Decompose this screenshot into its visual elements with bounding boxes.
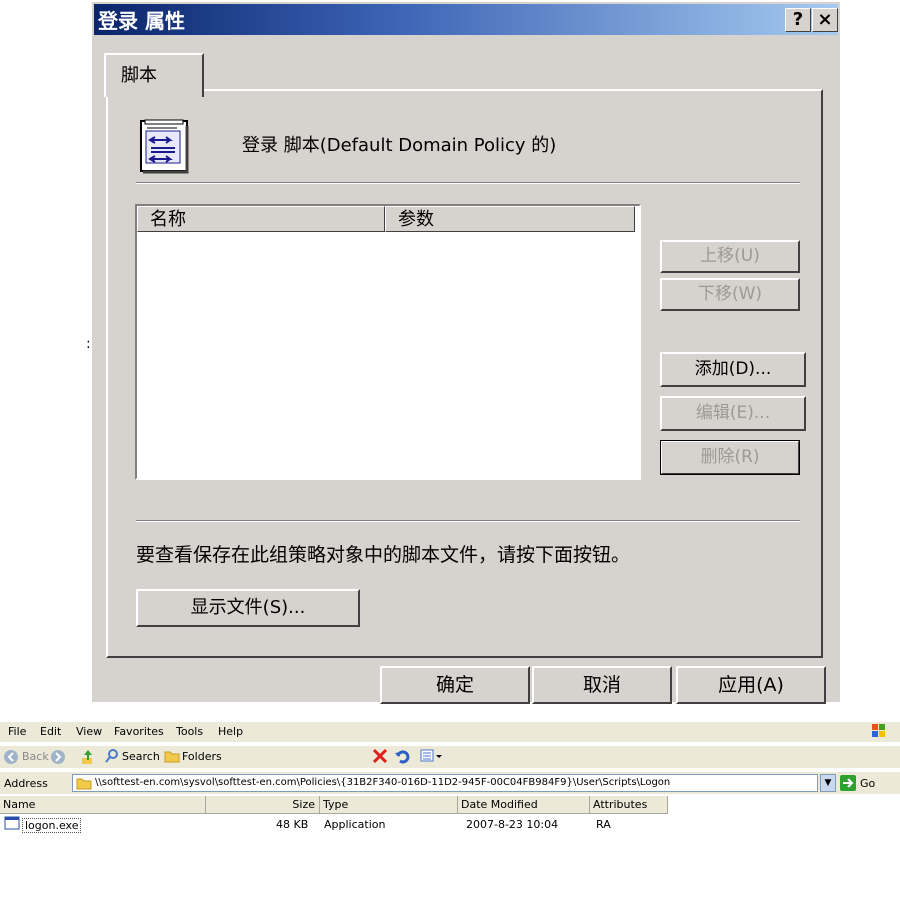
search-icon[interactable] (104, 748, 120, 764)
go-button[interactable]: Go (860, 777, 875, 790)
dialog-title: 登录 属性 (98, 9, 185, 33)
menu-file[interactable]: File (8, 725, 26, 738)
column-header-name[interactable]: 名称 (137, 206, 385, 232)
file-modified: 2007-8-23 10:04 (466, 818, 559, 831)
menu-view[interactable]: View (76, 725, 102, 738)
separator-top (136, 182, 800, 184)
forward-arrow-icon[interactable] (50, 749, 66, 765)
folder-icon (76, 778, 92, 790)
file-name[interactable]: logon.exe (22, 818, 82, 833)
apply-button[interactable]: 应用(A) (676, 666, 826, 704)
ok-button[interactable]: 确定 (380, 666, 530, 704)
edit-button[interactable]: 编辑(E)... (660, 396, 806, 431)
folders-icon[interactable] (164, 749, 180, 763)
scripts-heading: 登录 脚本(Default Domain Policy 的) (242, 135, 557, 156)
file-type: Application (324, 818, 386, 831)
column-header-params[interactable]: 参数 (385, 206, 635, 232)
info-text: 要查看保存在此组策略对象中的脚本文件，请按下面按钮。 (136, 544, 631, 566)
application-file-icon (4, 816, 20, 830)
windows-logo-icon (872, 724, 885, 737)
show-files-button[interactable]: 显示文件(S)... (136, 589, 360, 627)
search-button[interactable]: Search (122, 750, 160, 763)
dialog-titlebar[interactable] (94, 4, 838, 35)
script-file-icon (140, 119, 189, 174)
column-header-attributes[interactable]: Attributes (590, 796, 668, 814)
separator-bottom (136, 520, 800, 522)
go-arrow-icon[interactable] (840, 775, 856, 791)
up-folder-icon[interactable] (80, 748, 96, 766)
address-field[interactable]: \\softtest-en.com\sysvol\softtest-en.com… (72, 774, 818, 792)
menu-help[interactable]: Help (218, 725, 243, 738)
address-label: Address (4, 777, 48, 790)
column-header-modified[interactable]: Date Modified (458, 796, 590, 814)
menu-tools[interactable]: Tools (176, 725, 203, 738)
remove-button[interactable]: 删除(R) (660, 440, 800, 475)
column-header-type[interactable]: Type (320, 796, 458, 814)
file-attributes: RA (596, 818, 611, 831)
stray-mark: : (86, 336, 91, 352)
column-header-name[interactable]: Name (0, 796, 206, 814)
move-down-button[interactable]: 下移(W) (660, 278, 800, 311)
help-button[interactable]: ? (785, 8, 811, 32)
move-up-button[interactable]: 上移(U) (660, 240, 800, 273)
close-button[interactable]: × (812, 8, 838, 32)
folders-button[interactable]: Folders (182, 750, 222, 763)
file-size: 48 KB (276, 818, 309, 831)
delete-icon[interactable] (372, 748, 388, 764)
scripts-list[interactable] (135, 204, 641, 480)
column-header-size[interactable]: Size (206, 796, 320, 814)
views-icon[interactable] (420, 749, 442, 763)
add-button[interactable]: 添加(D)... (660, 352, 806, 387)
back-arrow-icon[interactable] (3, 749, 19, 765)
back-button[interactable]: Back (22, 750, 49, 763)
menu-favorites[interactable]: Favorites (114, 725, 164, 738)
address-dropdown[interactable]: ▼ (820, 774, 836, 792)
tab-scripts-label: 脚本 (121, 65, 157, 86)
cancel-button[interactable]: 取消 (532, 666, 672, 704)
undo-icon[interactable] (394, 748, 410, 764)
menu-edit[interactable]: Edit (40, 725, 61, 738)
